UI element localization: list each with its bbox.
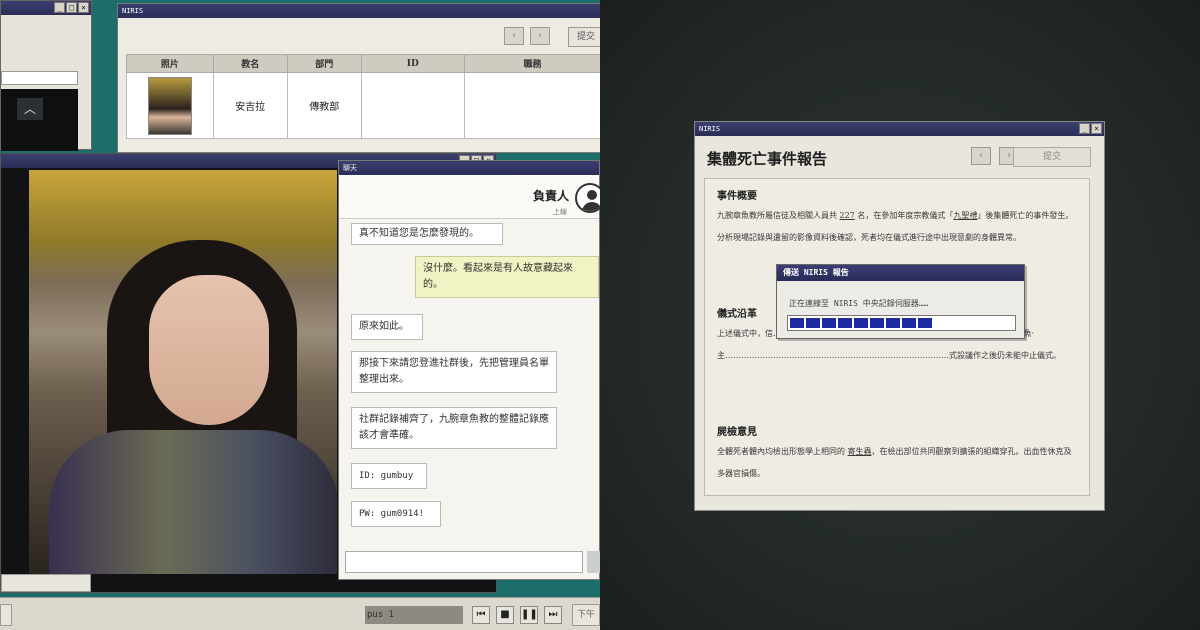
- progress-block: [838, 318, 852, 328]
- media-bar: pus 1 ⏮ ■ ❚❚ ⏭ 下午: [0, 597, 600, 630]
- progress-block: [854, 318, 868, 328]
- submit-button[interactable]: 提交: [568, 27, 600, 47]
- prev-button[interactable]: ‹: [971, 147, 991, 165]
- maximize-icon[interactable]: □: [66, 2, 77, 13]
- section-text: 九腕章魚教所屬信徒及相關人員共 227 名，在參加年度宗教儀式「九聖禮」後集體死…: [717, 205, 1079, 249]
- send-report-dialog: 傳送 NIRIS 報告 正在連線至 NIRIS 中央記錄伺服器……: [776, 264, 1025, 339]
- small-window-titlebar: _ □ ×: [1, 1, 91, 15]
- progress-block: [790, 318, 804, 328]
- chat-message: ID: gumbuy: [351, 463, 427, 489]
- progress-fill: [790, 318, 1013, 328]
- minimize-icon[interactable]: _: [1079, 123, 1090, 134]
- skip-forward-icon[interactable]: ⏭: [544, 606, 562, 624]
- column-header: 職務: [463, 54, 600, 73]
- dialog-message: 正在連線至 NIRIS 中央記錄伺服器……: [789, 299, 929, 308]
- member-table: 照片 教名 部門 ID 職務 安吉拉 傳教部: [126, 54, 600, 139]
- chat-title: 聊天: [343, 164, 357, 172]
- media-left-button[interactable]: [0, 604, 12, 626]
- small-window: _ □ × ︿: [0, 0, 92, 151]
- section-heading: 事件概要: [717, 191, 757, 202]
- column-header: 部門: [286, 54, 362, 73]
- member-photo: [147, 76, 192, 135]
- track-field[interactable]: pus 1: [365, 606, 463, 624]
- niris-table-titlebar: NIRIS: [118, 4, 600, 18]
- chat-message: 真不知道您是怎麼發現的。: [351, 223, 503, 245]
- parasite-term: 寄生蟲: [847, 447, 872, 456]
- chat-input[interactable]: [345, 551, 583, 573]
- chat-header: 負責人 上線: [339, 175, 600, 219]
- chat-message: 那接下來請您登進社群後，先把管理員名單整理出來。: [351, 351, 557, 393]
- niris-table-window: NIRIS ‹ › 提交 照片 教名 部門 ID 職務 安吉拉 傳教部: [117, 3, 600, 153]
- dialog-title: 傳送 NIRIS 報告: [777, 265, 1024, 281]
- next-button[interactable]: ›: [530, 27, 550, 45]
- chat-message: 社群記錄補齊了，九腕章魚教的整體記錄應該才會準確。: [351, 407, 557, 449]
- section-text: 全體死者體內均檢出形態學上相同的 寄生蟲，在檢出部位共同觀察到擴張的組織穿孔。出…: [717, 441, 1079, 485]
- chat-message-me: 沒什麼。看起來是有人故意藏起來的。: [415, 256, 599, 298]
- close-icon[interactable]: ×: [1091, 123, 1102, 134]
- text-part: 名，在參加年度宗教儀式「: [854, 211, 954, 220]
- progress-bar: [787, 315, 1016, 331]
- chat-window: 聊天 負責人 上線 真不知道您是怎麼發現的。 沒什麼。看起來是有人故意藏起來的。…: [338, 160, 600, 580]
- chat-titlebar: 聊天: [339, 161, 599, 175]
- report-window-title: NIRIS: [699, 125, 721, 133]
- submit-button[interactable]: 提交: [1013, 147, 1091, 167]
- send-button[interactable]: [587, 551, 600, 573]
- ritual-name: 九聖禮: [953, 211, 978, 220]
- progress-block: [806, 318, 820, 328]
- report-title: 集體死亡事件報告: [707, 150, 828, 168]
- member-dept: 傳教部: [286, 72, 362, 139]
- progress-block: [918, 318, 932, 328]
- member-name: 安吉拉: [212, 72, 288, 139]
- close-icon[interactable]: ×: [78, 2, 89, 13]
- contact-name: 負責人: [532, 189, 569, 203]
- prev-button[interactable]: ‹: [504, 27, 524, 45]
- contact-status: 上線: [553, 208, 567, 216]
- progress-block: [822, 318, 836, 328]
- column-header: 照片: [126, 54, 214, 73]
- victim-count: 227: [839, 211, 855, 220]
- desktop-left: _ □ × ︿ NIRIS ‹ › 提交 照片 教名 部門 ID 職務 安吉拉: [0, 0, 600, 630]
- photo-status-bar: [1, 574, 91, 592]
- text-part: 全體死者體內均檢出形態學上相同的: [717, 447, 848, 456]
- section-heading: 儀式沿革: [717, 309, 757, 320]
- portrait-photo: [29, 170, 337, 574]
- column-header: 教名: [212, 54, 288, 73]
- chat-message: PW: gum0914!: [351, 501, 441, 527]
- text-part: 九腕章魚教所屬信徒及相關人員共: [717, 211, 840, 220]
- member-id[interactable]: [360, 72, 465, 139]
- member-role[interactable]: [463, 72, 600, 139]
- minimize-icon[interactable]: _: [54, 2, 65, 13]
- chat-message: 原來如此。: [351, 314, 423, 340]
- text-field[interactable]: [1, 71, 78, 85]
- progress-block: [886, 318, 900, 328]
- section-heading: 屍檢意見: [717, 427, 757, 438]
- column-header: ID: [360, 54, 465, 73]
- next-button[interactable]: 下午: [572, 604, 600, 626]
- pause-icon[interactable]: ❚❚: [520, 606, 538, 624]
- avatar-icon: [575, 183, 600, 213]
- progress-block: [902, 318, 916, 328]
- window-title: NIRIS: [122, 7, 144, 15]
- progress-block: [870, 318, 884, 328]
- table-row[interactable]: 安吉拉 傳教部: [126, 72, 600, 139]
- skip-back-icon[interactable]: ⏮: [472, 606, 490, 624]
- chevron-up-icon[interactable]: ︿: [17, 98, 43, 120]
- stop-icon[interactable]: ■: [496, 606, 514, 624]
- report-titlebar: NIRIS _ ×: [695, 122, 1104, 136]
